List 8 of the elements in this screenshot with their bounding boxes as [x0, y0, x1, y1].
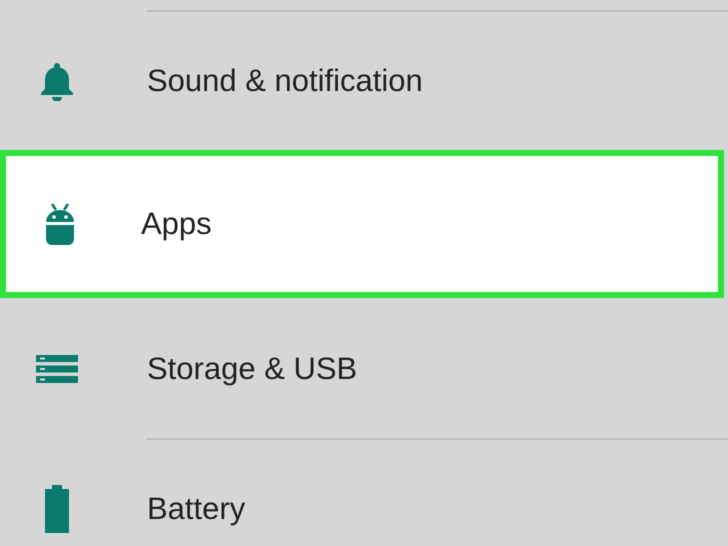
- android-icon: [44, 202, 76, 246]
- storage-icon: [36, 355, 78, 383]
- battery-icon: [43, 485, 71, 533]
- bell-icon: [39, 61, 75, 101]
- settings-item[interactable]: Battery: [0, 438, 728, 546]
- settings-item[interactable]: Storage & USB: [0, 298, 728, 438]
- settings-item[interactable]: Apps: [0, 150, 724, 298]
- settings-item[interactable]: Sound & notification: [0, 10, 728, 150]
